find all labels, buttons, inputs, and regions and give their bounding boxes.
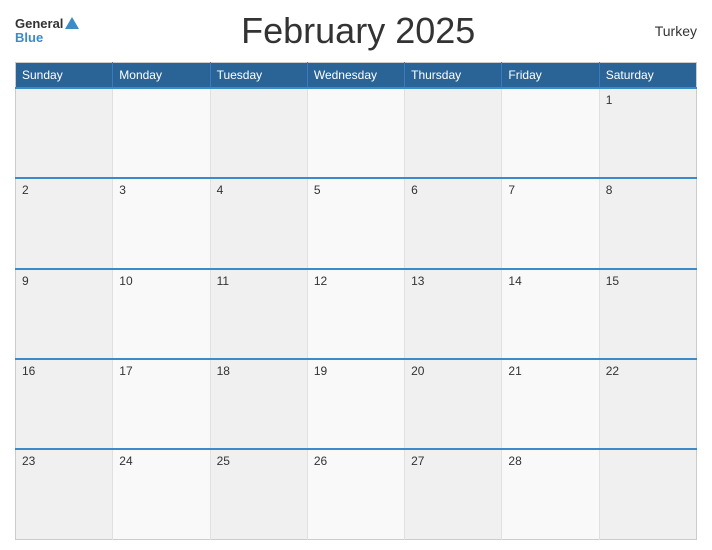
calendar-cell: 8 — [599, 178, 696, 268]
day-number: 2 — [22, 183, 29, 197]
logo: General Blue — [15, 17, 79, 46]
calendar-cell: 4 — [210, 178, 307, 268]
calendar-cell — [502, 88, 599, 178]
calendar-cell — [113, 88, 210, 178]
header-monday: Monday — [113, 63, 210, 89]
day-number: 23 — [22, 454, 35, 468]
logo-blue-text: Blue — [15, 31, 43, 45]
day-number: 6 — [411, 183, 418, 197]
calendar-cell: 25 — [210, 449, 307, 539]
month-title: February 2025 — [79, 10, 637, 52]
calendar-cell — [307, 88, 404, 178]
day-number: 12 — [314, 274, 327, 288]
calendar-cell: 3 — [113, 178, 210, 268]
day-number: 21 — [508, 364, 521, 378]
calendar-cell: 12 — [307, 269, 404, 359]
calendar-cell — [405, 88, 502, 178]
calendar-cell: 5 — [307, 178, 404, 268]
calendar-row-3: 16 17 18 19 20 21 22 — [16, 359, 697, 449]
calendar-cell — [599, 449, 696, 539]
day-number: 24 — [119, 454, 132, 468]
calendar-cell: 17 — [113, 359, 210, 449]
calendar-table: Sunday Monday Tuesday Wednesday Thursday… — [15, 62, 697, 540]
day-number: 26 — [314, 454, 327, 468]
calendar-cell — [210, 88, 307, 178]
calendar-cell: 2 — [16, 178, 113, 268]
day-number: 10 — [119, 274, 132, 288]
weekday-header-row: Sunday Monday Tuesday Wednesday Thursday… — [16, 63, 697, 89]
day-number: 18 — [217, 364, 230, 378]
calendar-cell: 9 — [16, 269, 113, 359]
calendar-cell: 13 — [405, 269, 502, 359]
day-number: 1 — [606, 93, 613, 107]
day-number: 11 — [217, 274, 229, 288]
header-wednesday: Wednesday — [307, 63, 404, 89]
calendar-cell: 14 — [502, 269, 599, 359]
calendar-page: General Blue February 2025 Turkey Sunday… — [0, 0, 712, 550]
calendar-cell: 26 — [307, 449, 404, 539]
day-number: 4 — [217, 183, 224, 197]
calendar-cell: 27 — [405, 449, 502, 539]
header-tuesday: Tuesday — [210, 63, 307, 89]
calendar-cell: 1 — [599, 88, 696, 178]
header-sunday: Sunday — [16, 63, 113, 89]
day-number: 15 — [606, 274, 619, 288]
day-number: 16 — [22, 364, 35, 378]
day-number: 14 — [508, 274, 521, 288]
calendar-row-0: 1 — [16, 88, 697, 178]
calendar-row-4: 23 24 25 26 27 28 — [16, 449, 697, 539]
day-number: 25 — [217, 454, 230, 468]
day-number: 28 — [508, 454, 521, 468]
calendar-cell: 28 — [502, 449, 599, 539]
calendar-row-1: 2 3 4 5 6 7 8 — [16, 178, 697, 268]
header-saturday: Saturday — [599, 63, 696, 89]
day-number: 22 — [606, 364, 619, 378]
day-number: 7 — [508, 183, 515, 197]
logo-general-text: General — [15, 17, 63, 31]
day-number: 20 — [411, 364, 424, 378]
calendar-cell: 15 — [599, 269, 696, 359]
header: General Blue February 2025 Turkey — [15, 10, 697, 56]
header-friday: Friday — [502, 63, 599, 89]
day-number: 17 — [119, 364, 132, 378]
country-label: Turkey — [637, 23, 697, 39]
day-number: 3 — [119, 183, 126, 197]
header-thursday: Thursday — [405, 63, 502, 89]
day-number: 13 — [411, 274, 424, 288]
calendar-cell: 23 — [16, 449, 113, 539]
calendar-cell: 18 — [210, 359, 307, 449]
calendar-cell: 7 — [502, 178, 599, 268]
day-number: 19 — [314, 364, 327, 378]
day-number: 8 — [606, 183, 613, 197]
calendar-row-2: 9 10 11 12 13 14 15 — [16, 269, 697, 359]
calendar-cell: 20 — [405, 359, 502, 449]
calendar-cell — [16, 88, 113, 178]
day-number: 9 — [22, 274, 29, 288]
calendar-cell: 16 — [16, 359, 113, 449]
calendar-cell: 6 — [405, 178, 502, 268]
calendar-cell: 21 — [502, 359, 599, 449]
calendar-cell: 19 — [307, 359, 404, 449]
logo-triangle-icon — [65, 17, 79, 29]
calendar-cell: 22 — [599, 359, 696, 449]
calendar-cell: 24 — [113, 449, 210, 539]
calendar-cell: 11 — [210, 269, 307, 359]
day-number: 27 — [411, 454, 424, 468]
day-number: 5 — [314, 183, 321, 197]
calendar-cell: 10 — [113, 269, 210, 359]
